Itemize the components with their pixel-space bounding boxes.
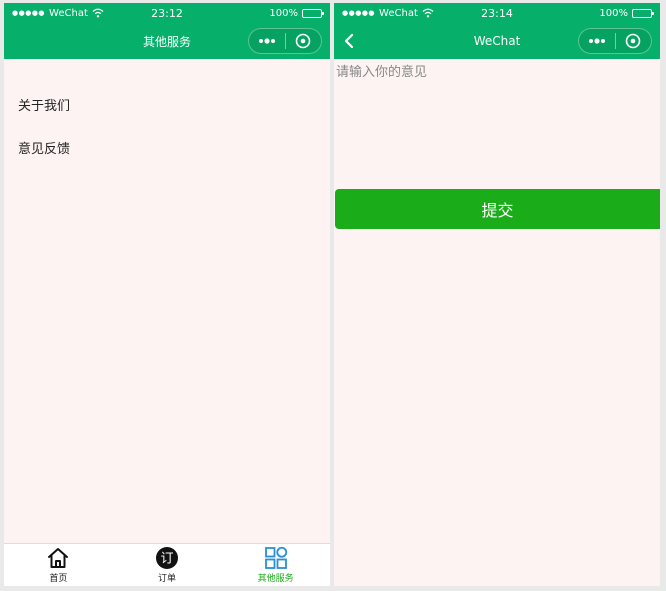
signal-icon: ●●●●● <box>12 9 46 17</box>
svg-text:订: 订 <box>160 552 173 567</box>
battery-icon <box>632 8 654 18</box>
feedback-textarea[interactable] <box>334 59 660 187</box>
status-bar: ●●●●● WeChat 23:12 100% <box>4 3 330 23</box>
tab-label-order: 订单 <box>158 574 177 584</box>
more-icon[interactable] <box>579 29 615 53</box>
navigation-bar: WeChat <box>334 23 660 59</box>
status-time: 23:14 <box>481 6 513 20</box>
submit-button[interactable]: 提交 <box>335 189 660 229</box>
tab-label-home: 首页 <box>49 574 68 584</box>
order-icon: 订 <box>156 547 178 569</box>
screenshot-stage: ●●●●● WeChat 23:12 100% 其他服务 关于我们 意见反馈 首… <box>0 0 666 591</box>
tab-bar: 首页 订 订单 其他服务 <box>4 543 330 586</box>
page-title: 其他服务 <box>142 34 191 49</box>
battery-percent: 100% <box>269 7 298 19</box>
capsule-menu <box>578 28 652 54</box>
page-title: WeChat <box>473 34 521 48</box>
tab-label-other-services: 其他服务 <box>257 574 294 584</box>
status-bar: ●●●●● WeChat 23:14 100% <box>334 3 660 23</box>
status-left: ●●●●● WeChat <box>12 8 104 19</box>
phone-screen-other-services: ●●●●● WeChat 23:12 100% 其他服务 关于我们 意见反馈 首… <box>4 3 330 586</box>
wifi-icon <box>92 8 104 18</box>
status-right: 100% <box>599 7 654 19</box>
home-icon <box>48 548 69 568</box>
close-miniprogram-icon[interactable] <box>286 29 321 53</box>
status-right: 100% <box>269 7 324 19</box>
carrier-label: WeChat <box>379 7 418 19</box>
menu-item-feedback[interactable]: 意见反馈 <box>4 126 330 169</box>
services-menu: 关于我们 意见反馈 <box>4 83 330 169</box>
carrier-label: WeChat <box>49 7 88 19</box>
battery-percent: 100% <box>599 7 628 19</box>
status-time: 23:12 <box>151 6 183 20</box>
tab-order[interactable]: 订 订单 <box>113 544 222 586</box>
capsule-menu <box>248 28 322 54</box>
signal-icon: ●●●●● <box>342 9 376 17</box>
tab-home[interactable]: 首页 <box>4 544 113 586</box>
menu-item-about-us[interactable]: 关于我们 <box>4 83 330 126</box>
more-icon[interactable] <box>249 29 285 53</box>
wifi-icon <box>422 8 434 18</box>
tab-other-services[interactable]: 其他服务 <box>221 544 330 586</box>
phone-screen-feedback: ●●●●● WeChat 23:14 100% WeChat 请输入你的意见 提… <box>334 3 660 586</box>
battery-icon <box>302 8 324 18</box>
status-left: ●●●●● WeChat <box>342 8 434 19</box>
navigation-bar: 其他服务 <box>4 23 330 59</box>
back-chevron-icon[interactable] <box>342 33 356 49</box>
close-miniprogram-icon[interactable] <box>616 29 651 53</box>
grid-icon <box>264 546 287 569</box>
